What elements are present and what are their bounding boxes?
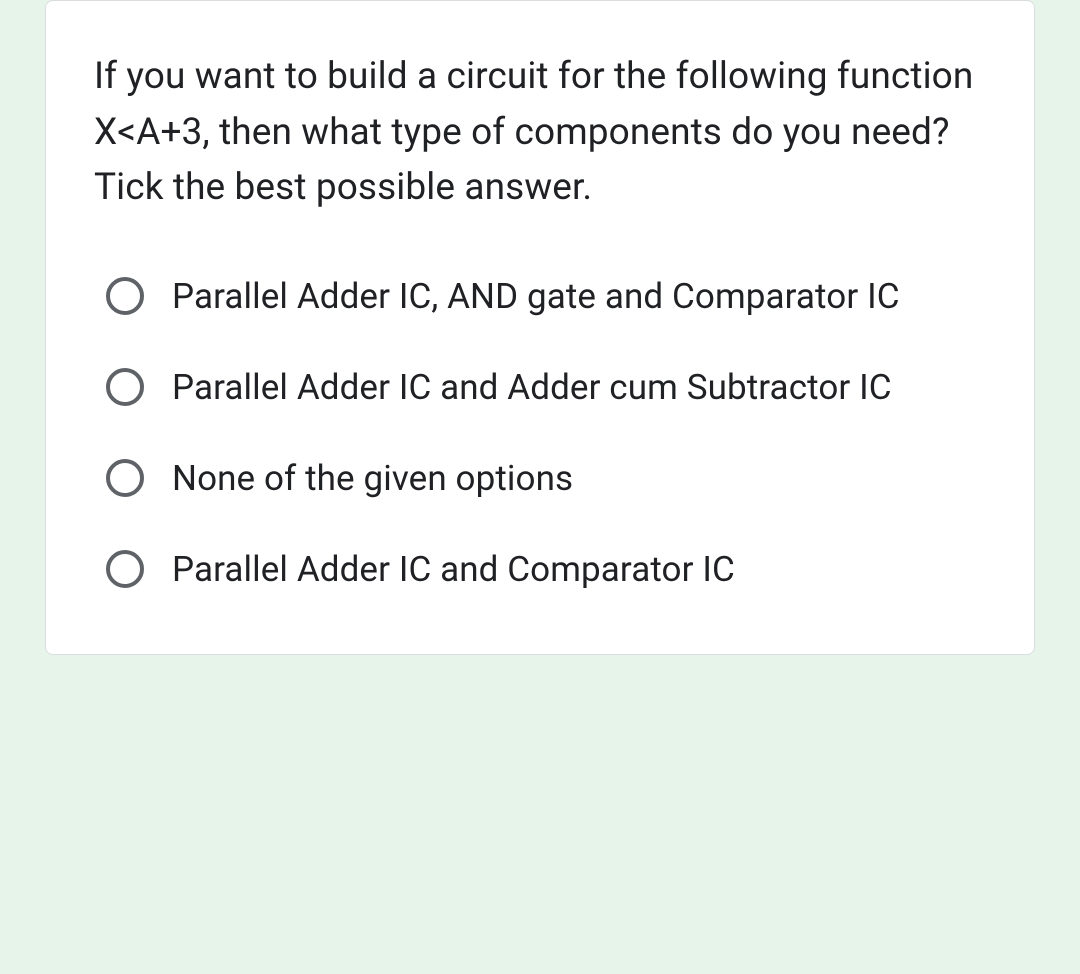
option-row-1[interactable]: Parallel Adder IC, AND gate and Comparat… xyxy=(106,272,986,321)
options-container: Parallel Adder IC, AND gate and Comparat… xyxy=(94,272,986,594)
option-row-2[interactable]: Parallel Adder IC and Adder cum Subtract… xyxy=(106,363,986,412)
option-row-4[interactable]: Parallel Adder IC and Comparator IC xyxy=(106,545,986,594)
radio-icon xyxy=(106,368,144,406)
option-label: None of the given options xyxy=(172,454,573,503)
question-text: If you want to build a circuit for the f… xyxy=(94,49,986,216)
question-card: If you want to build a circuit for the f… xyxy=(45,0,1035,655)
option-row-3[interactable]: None of the given options xyxy=(106,454,986,503)
option-label: Parallel Adder IC and Adder cum Subtract… xyxy=(172,363,892,412)
radio-icon xyxy=(106,459,144,497)
option-label: Parallel Adder IC and Comparator IC xyxy=(172,545,735,594)
option-label: Parallel Adder IC, AND gate and Comparat… xyxy=(172,272,900,321)
radio-icon xyxy=(106,550,144,588)
radio-icon xyxy=(106,277,144,315)
